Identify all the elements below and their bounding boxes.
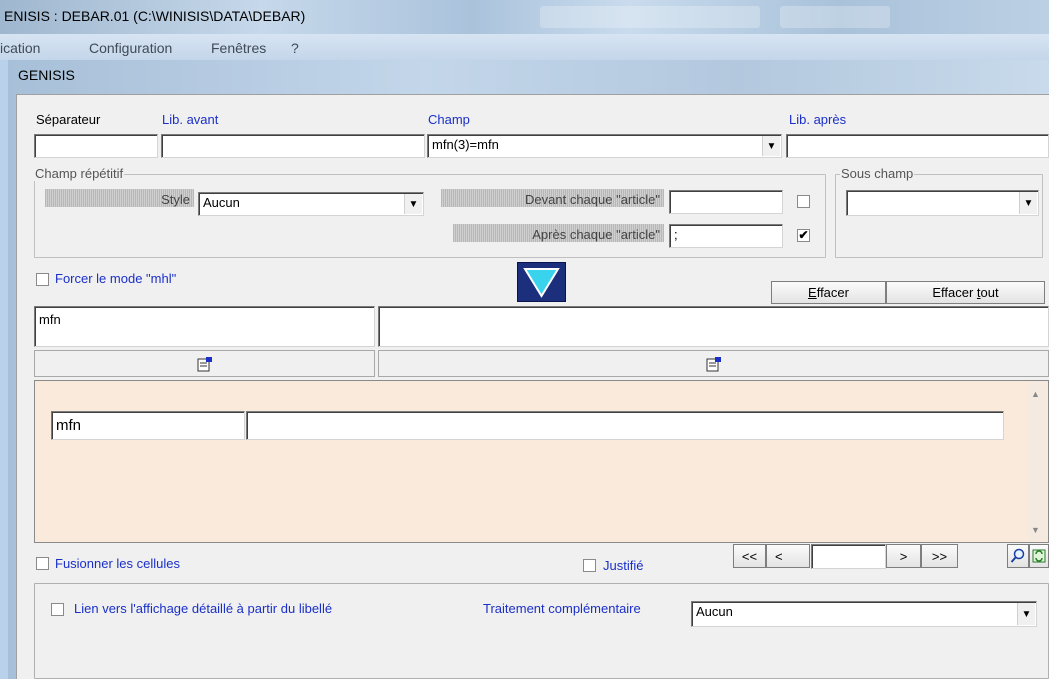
style-combobox-value: Aucun: [203, 195, 240, 210]
nav-prev-button[interactable]: <: [766, 544, 810, 568]
preview-scrollbar[interactable]: ▲ ▼: [1027, 381, 1047, 541]
champ-combobox-value: mfn(3)=mfn: [432, 137, 499, 152]
justifie-label: Justifié: [603, 558, 644, 573]
bottom-options-group: [34, 583, 1049, 679]
sous-champ-legend: Sous champ: [840, 166, 915, 181]
devant-article-checkbox[interactable]: [797, 195, 810, 208]
apres-article-label: Après chaque "article": [453, 224, 664, 242]
fusionner-checkbox[interactable]: [36, 557, 49, 570]
window-titlebar[interactable]: ENISIS : DEBAR.01 (C:\WINISIS\DATA\DEBAR…: [0, 0, 1049, 34]
expression-right-input[interactable]: [378, 306, 1049, 347]
preview-cell-right[interactable]: [246, 411, 1004, 440]
lib-avant-label: Lib. avant: [162, 112, 219, 127]
chevron-down-icon[interactable]: ▼: [1017, 603, 1035, 625]
lib-avant-input[interactable]: [161, 134, 425, 158]
lien-affichage-checkbox[interactable]: [51, 603, 64, 616]
nav-last-button[interactable]: >>: [921, 544, 958, 568]
right-properties-button[interactable]: [378, 350, 1049, 377]
nav-record-input[interactable]: [811, 544, 886, 569]
nav-first-button[interactable]: <<: [733, 544, 766, 568]
insert-arrow-button[interactable]: [517, 262, 566, 302]
traitement-combobox[interactable]: Aucun ▼: [691, 601, 1037, 627]
scroll-down-icon[interactable]: ▼: [1031, 525, 1040, 535]
refresh-icon: [1032, 549, 1046, 563]
expression-left-input[interactable]: mfn: [34, 306, 375, 347]
champ-label: Champ: [428, 112, 470, 127]
left-properties-button[interactable]: [34, 350, 375, 377]
chevron-down-icon[interactable]: ▼: [762, 136, 780, 156]
champ-repetitif-legend: Champ répétitif: [34, 166, 125, 181]
lien-affichage-label: Lien vers l'affichage détaillé à partir …: [74, 601, 333, 616]
sous-champ-group: [835, 174, 1043, 258]
style-combobox[interactable]: Aucun ▼: [198, 192, 424, 216]
fusionner-label: Fusionner les cellules: [55, 556, 181, 571]
devant-article-input[interactable]: [669, 190, 783, 214]
forcer-mhl-checkbox[interactable]: [36, 273, 49, 286]
background-taskbar-ghost: [780, 6, 890, 28]
lib-apres-label: Lib. après: [789, 112, 847, 127]
triangle-down-icon: [523, 268, 560, 298]
apres-article-checkbox[interactable]: ✔: [797, 229, 810, 242]
forcer-mhl-label: Forcer le mode "mhl": [55, 271, 177, 286]
effacer-button-mnemonic: E: [808, 285, 817, 300]
child-window-title: GENISIS: [18, 67, 75, 83]
refresh-button[interactable]: [1029, 544, 1049, 568]
preview-cell-left[interactable]: mfn: [51, 411, 245, 440]
effacer-button-text: ffacer: [816, 285, 849, 300]
chevron-down-icon[interactable]: ▼: [404, 194, 422, 214]
effacer-button[interactable]: Effacer: [771, 281, 886, 304]
chevron-down-icon[interactable]: ▼: [1019, 192, 1037, 214]
window-title: ENISIS : DEBAR.01 (C:\WINISIS\DATA\DEBAR…: [4, 8, 306, 24]
apres-article-input[interactable]: ;: [669, 224, 783, 248]
effacer-tout-text: Effacer: [932, 285, 977, 300]
scroll-up-icon[interactable]: ▲: [1031, 389, 1040, 399]
lib-apres-input[interactable]: [786, 134, 1049, 158]
style-label: Style: [45, 189, 194, 207]
justifie-checkbox[interactable]: [583, 559, 596, 572]
search-icon: [1010, 548, 1025, 563]
champ-combobox[interactable]: mfn(3)=mfn ▼: [427, 134, 782, 158]
background-taskbar-ghost: [540, 6, 760, 28]
nav-next-button[interactable]: >: [886, 544, 921, 568]
menu-item-application[interactable]: ication: [0, 40, 40, 56]
traitement-label: Traitement complémentaire: [483, 601, 641, 616]
menu-item-configuration[interactable]: Configuration: [89, 40, 172, 56]
menu-item-help[interactable]: ?: [291, 40, 299, 56]
properties-icon: [706, 356, 721, 371]
separateur-input[interactable]: [34, 134, 158, 158]
devant-article-label: Devant chaque "article": [441, 189, 664, 207]
preview-panel: [34, 380, 1049, 543]
properties-icon: [197, 356, 212, 371]
menu-item-fenetres[interactable]: Fenêtres: [211, 40, 266, 56]
separateur-label: Séparateur: [36, 112, 101, 127]
sous-champ-combobox[interactable]: ▼: [846, 190, 1039, 216]
menu-bar: ication Configuration Fenêtres ?: [0, 34, 1049, 60]
effacer-tout-button[interactable]: Effacer t out: [886, 281, 1045, 304]
effacer-tout-text-rest: out: [980, 285, 999, 300]
traitement-combobox-value: Aucun: [696, 604, 733, 619]
search-button[interactable]: [1007, 544, 1029, 568]
